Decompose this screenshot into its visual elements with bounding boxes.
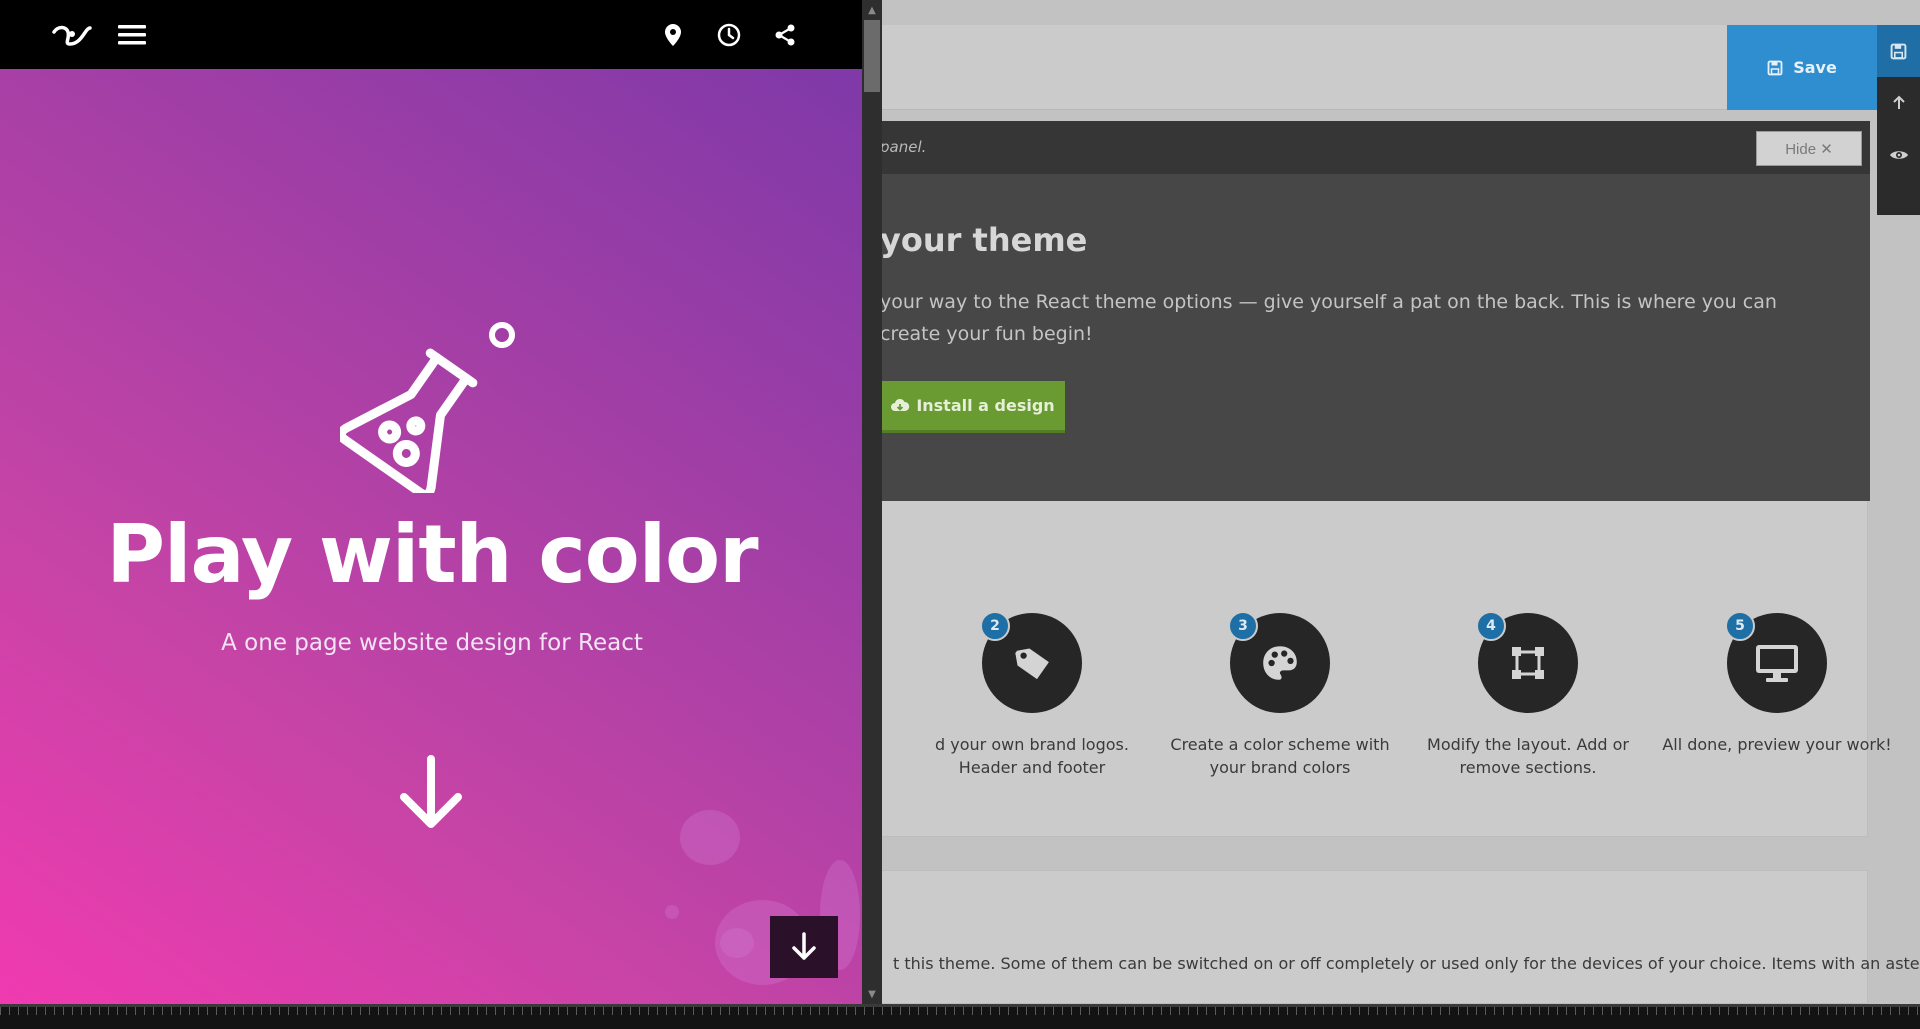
setup-steps: 2 d your own brand logos. Header and foo… [880,501,1892,837]
theme-preview: Play with color A one page website desig… [0,0,864,1004]
step-circle: 4 [1476,611,1578,713]
save-icon [1890,43,1907,59]
monitor-icon [1756,645,1798,682]
palette-icon [1263,646,1297,680]
welcome-title: your theme [880,221,1088,259]
scroll-down-button[interactable] [770,916,838,978]
scrollbar-thumb[interactable] [864,20,880,92]
location-button[interactable] [658,20,688,50]
paint-splat [680,810,740,865]
bottom-ruler [0,1004,1920,1029]
paint-splat [665,905,679,919]
hero-title: Play with color [106,508,758,601]
paint-splat [720,928,754,958]
welcome-panel: panel. Hide ✕ your theme your way to the… [880,121,1870,501]
step-logos[interactable]: 2 d your own brand logos. Header and foo… [912,611,1152,779]
step-circle: 2 [980,611,1082,713]
features-panel: t this theme. Some of them can be switch… [880,870,1920,1004]
arrow-down-icon [792,932,816,960]
menu-icon [118,25,146,45]
step-caption: Create a color scheme with your brand co… [1170,735,1390,777]
welcome-bar: panel. Hide ✕ [880,121,1870,174]
step-number: 3 [1228,611,1258,641]
eye-icon [1889,151,1908,159]
arrow-down-icon[interactable] [398,755,464,831]
hero-subtitle: A one page website design for React [221,630,643,656]
step-caption: d your own brand logos. Header and foote… [935,735,1129,777]
welcome-text: your way to the React theme options — gi… [880,291,1777,345]
preview-navbar [0,0,862,69]
share-button[interactable] [770,20,800,50]
step-circle: 3 [1228,611,1330,713]
flask-icon [340,322,515,493]
step-layout[interactable]: 4 Modify the layout. Add or remove secti… [1408,611,1648,779]
step-number: 5 [1725,611,1755,641]
save-label: Save [1793,58,1837,77]
scroll-up-arrow[interactable]: ▲ [862,0,882,20]
tag-icon [1015,648,1049,680]
save-button[interactable]: Save [1727,25,1877,110]
step-caption: Modify the layout. Add or remove section… [1427,735,1629,777]
app-window: Save panel. Hide ✕ your theme your way t… [0,0,1920,1029]
layout-icon [1512,647,1544,679]
hours-button[interactable] [714,20,744,50]
install-design-button[interactable]: Install a design [880,381,1065,433]
scroll-top-tool[interactable] [1877,77,1920,129]
brand-logo[interactable] [50,20,92,50]
step-number: 4 [1476,611,1506,641]
preview-scrollbar[interactable]: ▲ ▼ [862,0,882,1004]
save-icon [1767,60,1783,75]
step-number: 2 [980,611,1010,641]
arrow-up-icon [1892,95,1905,109]
step-caption: All done, preview your work! [1662,735,1892,754]
welcome-hint: panel. [880,138,927,156]
hide-button[interactable]: Hide ✕ [1756,131,1862,166]
menu-button[interactable] [117,20,147,50]
location-pin-icon [665,24,681,46]
step-circle: 5 [1725,611,1827,713]
admin-header [880,25,1870,110]
step-colors[interactable]: 3 Create a color scheme with your brand … [1160,611,1400,779]
side-save-tool[interactable] [1877,25,1920,77]
cloud-download-icon [891,398,910,411]
clock-icon [717,23,741,47]
preview-tool[interactable] [1877,129,1920,181]
side-toolbar [1877,25,1920,215]
scroll-down-arrow[interactable]: ▼ [862,984,882,1004]
features-text: t this theme. Some of them can be switch… [893,954,1920,973]
share-icon [775,24,795,46]
install-label: Install a design [916,396,1055,415]
react-logo-icon [52,25,92,46]
step-preview[interactable]: 5 All done, preview your work! [1657,611,1897,756]
